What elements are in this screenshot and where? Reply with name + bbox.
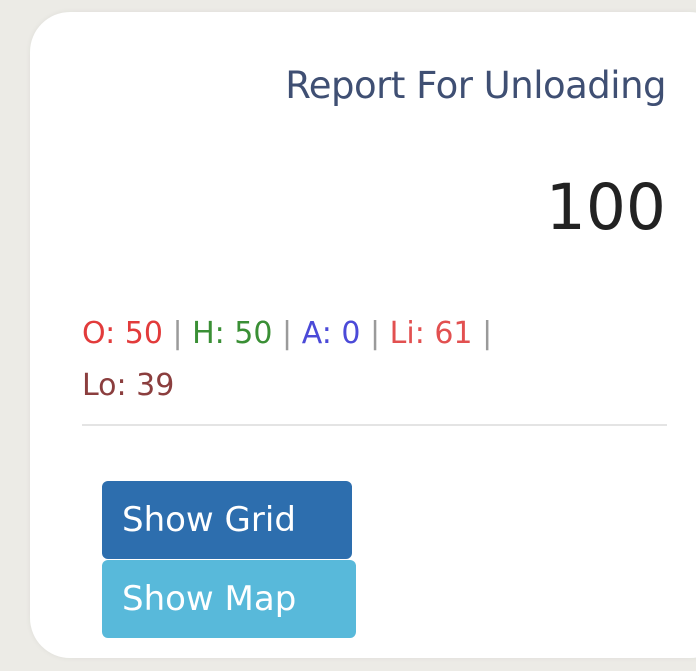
show-map-button[interactable]: Show Map (102, 560, 356, 638)
stats-summary: O: 50 | H: 50 | A: 0 | Li: 61 | Lo: 39 (82, 308, 602, 412)
show-grid-button[interactable]: Show Grid (102, 481, 352, 559)
stat-li: Li: 61 (389, 316, 473, 351)
stat-h: H: 50 (192, 316, 273, 351)
separator: | (172, 316, 183, 351)
stat-lo: Lo: 39 (82, 368, 175, 403)
divider (82, 424, 667, 426)
stat-o: O: 50 (82, 316, 163, 351)
separator: | (482, 316, 493, 351)
stat-a: A: 0 (301, 316, 361, 351)
total-count: 100 (545, 171, 666, 244)
card-title: Report For Unloading (285, 64, 666, 107)
separator: | (282, 316, 293, 351)
separator: | (369, 316, 381, 351)
